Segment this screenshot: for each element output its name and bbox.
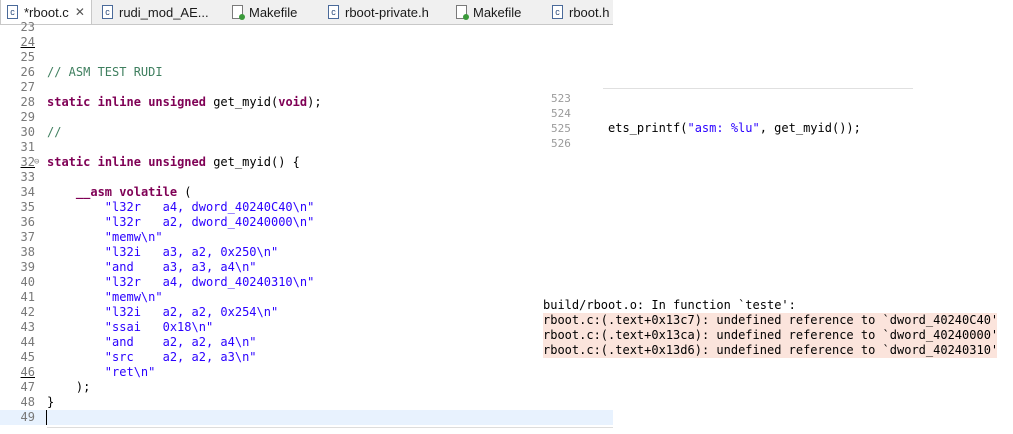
line-number: 24 [20, 35, 35, 49]
code-line[interactable]: 27 [0, 80, 613, 95]
build-console: build/rboot.o: In function `teste': rboot… [543, 298, 1013, 368]
line-number: 33 [20, 170, 35, 184]
code-text: "and a2, a2, a4\n" [104, 335, 257, 349]
code-line[interactable]: 34 __asm volatile ( [0, 185, 613, 200]
line-number: 36 [20, 215, 35, 229]
code-line[interactable]: 33 [0, 170, 613, 185]
code-text: "l32r a2, dword_40240000\n" [104, 215, 315, 229]
code-line[interactable]: 31 [0, 140, 613, 155]
line-number: 47 [20, 380, 35, 394]
code-line[interactable]: 23 [0, 20, 613, 35]
text-caret [46, 410, 47, 425]
console-error-line: rboot.c:(.text+0x13c7): undefined refere… [543, 313, 999, 328]
line-number: 42 [20, 305, 35, 319]
code-text: "ssai 0x18\n" [104, 320, 214, 334]
code-line[interactable]: 38 "l32i a3, a2, 0x250\n" [0, 245, 613, 260]
tab-label: Makefile [473, 4, 522, 20]
code-line[interactable]: 29 [0, 110, 613, 125]
line-number: 29 [20, 110, 35, 124]
code-line[interactable]: 24 [0, 35, 613, 50]
code-text: __asm volatile ( [75, 185, 192, 199]
line-number: 23 [20, 20, 35, 34]
code-text: "l32i a3, a2, 0x250\n" [104, 245, 279, 259]
code-text: } [47, 395, 55, 409]
snippet-line: 526 [543, 135, 1013, 152]
c-file-icon: c [7, 5, 18, 19]
line-number: 32 [20, 155, 35, 169]
console-line: build/rboot.o: In function `teste': [543, 298, 796, 312]
code-text: "and a3, a3, a4\n" [104, 260, 257, 274]
line-number: 49 [20, 410, 35, 424]
c-file-icon: c [102, 5, 113, 19]
snippet-divider [603, 88, 913, 89]
code-line[interactable]: 47 ); [0, 380, 613, 395]
code-line[interactable]: 40 "l32r a4, dword_40240310\n" [0, 275, 613, 290]
code-line[interactable]: 43 "ssai 0x18\n" [0, 320, 613, 335]
line-number: 43 [20, 320, 35, 334]
code-line[interactable]: 30 // [0, 125, 613, 140]
code-snippet: 523 524 525 ets_printf("asm: %lu", get_myid… [543, 82, 1013, 152]
line-number: 37 [20, 230, 35, 244]
makefile-icon [232, 5, 245, 20]
code-line[interactable]: 45 "src a2, a2, a3\n" [0, 350, 613, 365]
line-number: 31 [20, 140, 35, 154]
line-number: 526 [551, 137, 571, 150]
code-line[interactable]: 42 "l32i a2, a2, 0x254\n" [0, 305, 613, 320]
code-line[interactable]: 44 "and a2, a2, a4\n" [0, 335, 613, 350]
line-number: 34 [20, 185, 35, 199]
code-line[interactable]: 28 static inline unsigned get_myid(void); [0, 95, 613, 110]
code-line[interactable]: 46 "ret\n" [0, 365, 613, 380]
code-text: // [47, 125, 62, 139]
code-line[interactable]: 25 [0, 50, 613, 65]
code-line[interactable]: 35 "l32r a4, dword_40240C40\n" [0, 200, 613, 215]
line-number: 26 [20, 65, 35, 79]
line-number: 38 [20, 245, 35, 259]
close-icon[interactable]: ✕ [75, 5, 85, 19]
code-text: "l32r a4, dword_40240C40\n" [104, 200, 315, 214]
fold-toggle-icon[interactable]: ⊖ [34, 155, 39, 170]
code-line[interactable]: 37 "memw\n" [0, 230, 613, 245]
console-error-line: rboot.c:(.text+0x13d6): undefined refere… [543, 343, 999, 358]
tab-label: Makefile [249, 4, 298, 20]
code-line[interactable]: 48} [0, 395, 613, 410]
tab-label: rudi_mod_AE... [119, 4, 209, 20]
code-text: "ret\n" [104, 365, 156, 379]
c-file-icon: c [328, 5, 339, 19]
line-number: 30 [20, 125, 35, 139]
code-text: "memw\n" [104, 290, 163, 304]
tab-label: rboot.h [569, 4, 610, 20]
line-number: 35 [20, 200, 35, 214]
line-number: 45 [20, 350, 35, 364]
code-text: // ASM TEST RUDI [47, 65, 163, 79]
line-number: 46 [20, 365, 35, 379]
makefile-icon [456, 5, 469, 20]
code-line[interactable]: 39 "and a3, a3, a4\n" [0, 260, 613, 275]
code-text: static inline unsigned get_myid() { [47, 155, 300, 169]
code-text: static inline unsigned get_myid(void); [47, 95, 322, 109]
tab-label: rboot-private.h [345, 4, 429, 20]
code-text: "l32i a2, a2, 0x254\n" [104, 305, 279, 319]
line-number: 48 [20, 395, 35, 409]
c-file-icon: c [552, 5, 563, 19]
code-line[interactable]: 26 // ASM TEST RUDI [0, 65, 613, 80]
code-text: "src a2, a2, a3\n" [104, 350, 257, 364]
code-line[interactable]: 36 "l32r a2, dword_40240000\n" [0, 215, 613, 230]
line-number: 39 [20, 260, 35, 274]
line-number: 44 [20, 335, 35, 349]
code-line[interactable]: 41 "memw\n" [0, 290, 613, 305]
console-error-line: rboot.c:(.text+0x13ca): undefined refere… [543, 328, 999, 343]
code-text: ); [47, 380, 91, 394]
code-line[interactable]: 49 [0, 410, 613, 425]
code-line[interactable]: 32 ⊖ static inline unsigned get_myid() { [0, 155, 613, 170]
code-text: "memw\n" [104, 230, 163, 244]
code-text: "l32r a4, dword_40240310\n" [104, 275, 315, 289]
tab-label: *rboot.c [24, 4, 69, 20]
line-number: 28 [20, 95, 35, 109]
line-number: 41 [20, 290, 35, 304]
line-number: 40 [20, 275, 35, 289]
code-editor[interactable]: 23 24 25 26 // ASM TEST RUDI 27 28 static inlin… [0, 20, 613, 433]
line-number: 27 [20, 80, 35, 94]
line-number: 25 [20, 50, 35, 64]
